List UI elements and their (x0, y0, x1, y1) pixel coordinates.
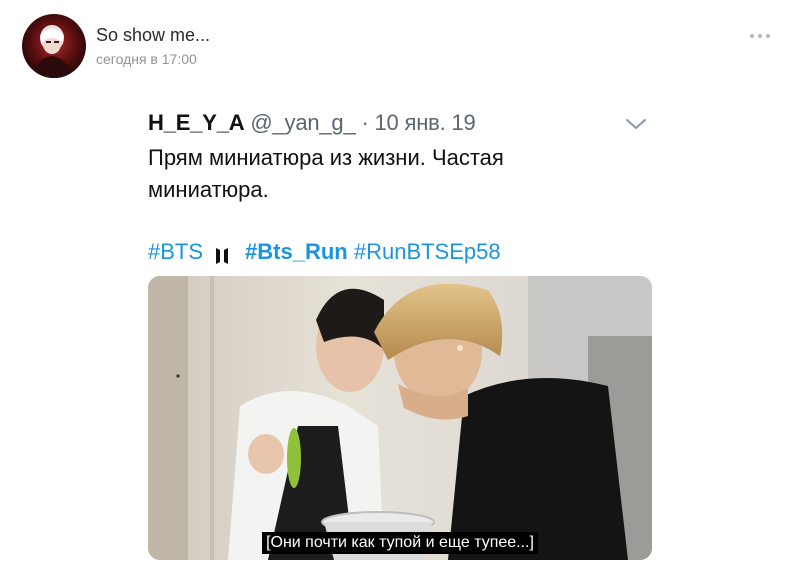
bts-logo-icon (215, 242, 229, 265)
tweet-media-image[interactable]: [Они почти как тупой и еще тупее...] (148, 276, 652, 560)
tweet-author-handle[interactable]: @_yan_g_ (250, 110, 355, 135)
avatar[interactable] (22, 14, 86, 78)
vk-post: So show me... сегодня в 17:00 H_E_Y_A @_… (0, 0, 800, 568)
hashtag-run-bts-ep[interactable]: #RunBTSEp58 (354, 239, 501, 264)
tweet-card: H_E_Y_A @_yan_g_ · 10 янв. 19 Прям миниа… (148, 104, 668, 564)
avatar-image (22, 14, 86, 78)
hashtag-bts-run[interactable]: #Bts_Run (245, 239, 348, 264)
tweet-author-name[interactable]: H_E_Y_A (148, 110, 245, 135)
more-dots-icon[interactable] (744, 24, 776, 48)
tweet-header: H_E_Y_A @_yan_g_ · 10 янв. 19 (148, 108, 476, 138)
post-timestamp[interactable]: сегодня в 17:00 (96, 50, 197, 68)
tweet-date[interactable]: 10 янв. 19 (375, 110, 476, 135)
hashtag-bts[interactable]: #BTS (148, 239, 203, 264)
post-author-name[interactable]: So show me... (96, 24, 210, 46)
tweet-text: Прям миниатюра из жизни. Частая миниатюр… (148, 145, 504, 202)
video-frame (148, 276, 652, 560)
chevron-down-icon[interactable] (624, 114, 648, 134)
post-header: So show me... сегодня в 17:00 (0, 0, 800, 90)
tweet-hashtags: #BTS #Bts_Run #RunBTSEp58 (148, 236, 501, 268)
tweet-separator: · (361, 110, 369, 135)
